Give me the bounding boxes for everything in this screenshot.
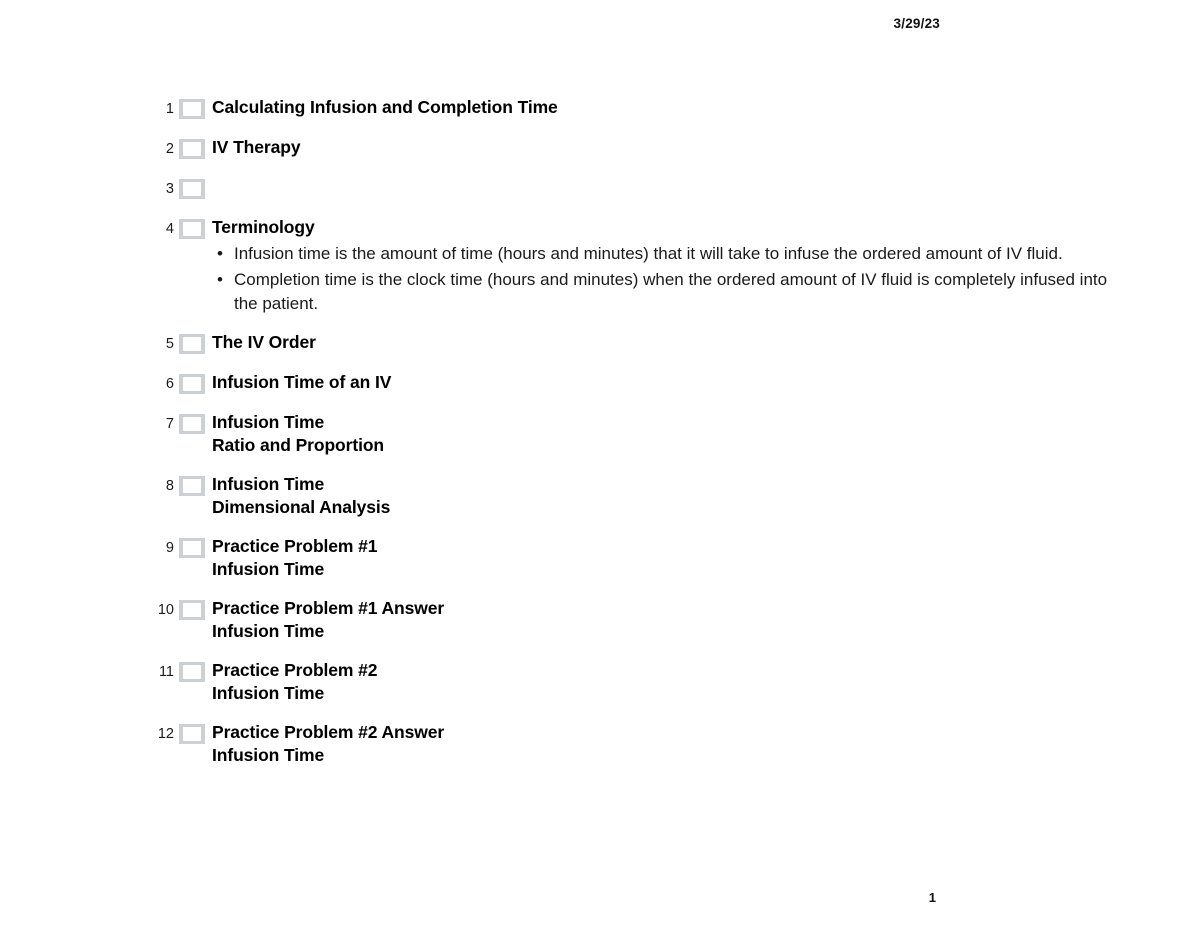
slide-title[interactable]: Infusion Time Dimensional Analysis	[212, 473, 1110, 520]
slide-title[interactable]: Practice Problem #2 Infusion Time	[212, 659, 1110, 706]
slide-number: 10	[157, 601, 174, 618]
slide-outline-row[interactable]: 9 Practice Problem #1 Infusion Time	[150, 535, 1110, 582]
bullet-text: Completion time is the clock time (hours…	[234, 269, 1108, 313]
slide-outline-row[interactable]: 4 Terminology • Infusion time is the amount…	[150, 216, 1110, 316]
slide-number: 2	[165, 141, 174, 157]
slide-outline-row[interactable]: 10 Practice Problem #1 Answer Infusion Ti…	[150, 597, 1110, 644]
slide-title[interactable]: Practice Problem #1 Infusion Time	[212, 535, 1110, 582]
slide-thumbnail-icon[interactable]	[179, 333, 205, 354]
slide-number: 9	[165, 539, 174, 556]
slide-bullet-item[interactable]: • Infusion time is the amount of time (ho…	[212, 242, 1110, 266]
slide-number: 3	[165, 181, 174, 197]
slide-thumbnail-icon[interactable]	[179, 723, 205, 744]
slide-outline-row[interactable]: 2 IV Therapy	[150, 136, 1110, 161]
slide-content: IV Therapy	[212, 136, 1110, 160]
slide-thumbnail-inner	[183, 664, 201, 679]
slide-content: The IV Order	[212, 331, 1110, 355]
slide-number: 12	[157, 725, 174, 742]
bullet-dot-icon: •	[217, 243, 223, 263]
slide-thumbnail-inner	[183, 726, 201, 741]
bullet-text: Infusion time is the amount of time (hou…	[234, 243, 1063, 263]
slide-thumbnail-icon[interactable]	[179, 413, 205, 434]
slide-content: Practice Problem #1 Answer Infusion Time	[212, 597, 1110, 644]
slide-number: 8	[165, 477, 174, 494]
slide-number: 11	[158, 663, 174, 680]
slide-thumbnail-icon[interactable]	[179, 99, 205, 119]
slide-thumbnail-icon[interactable]	[179, 599, 205, 620]
slide-title[interactable]: Infusion Time Ratio and Proportion	[212, 411, 1110, 458]
slide-number: 5	[165, 335, 174, 352]
slide-thumbnail-inner	[183, 102, 201, 116]
slide-thumbnail-inner	[183, 142, 201, 156]
slide-thumbnail-inner	[183, 540, 201, 555]
slide-thumbnail-icon[interactable]	[179, 475, 205, 496]
slide-content: Practice Problem #2 Answer Infusion Time	[212, 721, 1110, 768]
header-date: 3/29/23	[893, 16, 940, 31]
slide-thumbnail-icon[interactable]	[179, 661, 205, 682]
slide-outline-row[interactable]: 11 Practice Problem #2 Infusion Time	[150, 659, 1110, 706]
slide-thumbnail-inner	[183, 222, 201, 236]
slide-outline-row[interactable]: 6 Infusion Time of an IV	[150, 371, 1110, 396]
slide-thumbnail-icon[interactable]	[179, 373, 205, 394]
slide-number: 6	[165, 375, 174, 392]
slide-content: Infusion Time Dimensional Analysis	[212, 473, 1110, 520]
slide-content: Infusion Time of an IV	[212, 371, 1110, 395]
slide-title[interactable]: IV Therapy	[212, 136, 1110, 160]
slide-thumbnail-icon[interactable]	[179, 219, 205, 239]
slide-content: Practice Problem #2 Infusion Time	[212, 659, 1110, 706]
slide-outline-row[interactable]: 5 The IV Order	[150, 331, 1110, 356]
slide-bullet-item[interactable]: • Completion time is the clock time (hour…	[212, 268, 1110, 316]
slide-outline-row[interactable]: 12 Practice Problem #2 Answer Infusion Ti…	[150, 721, 1110, 768]
slide-content: Practice Problem #1 Infusion Time	[212, 535, 1110, 582]
slide-thumbnail-inner	[183, 336, 201, 351]
slide-content	[212, 176, 1110, 198]
slide-thumbnail-icon[interactable]	[179, 537, 205, 558]
slide-outline-row[interactable]: 8 Infusion Time Dimensional Analysis	[150, 473, 1110, 520]
slide-outline-row[interactable]: 3	[150, 176, 1110, 201]
slide-title[interactable]: Terminology	[212, 216, 1110, 240]
footer-page-number: 1	[928, 890, 936, 905]
slide-outline-row[interactable]: 7 Infusion Time Ratio and Proportion	[150, 411, 1110, 458]
slide-thumbnail-inner	[183, 478, 201, 493]
slide-content: Terminology • Infusion time is the amount …	[212, 216, 1110, 316]
slide-thumbnail-inner	[183, 416, 201, 431]
slide-title[interactable]: Infusion Time of an IV	[212, 371, 1110, 395]
outline-page: 3/29/23 1 Calculating Infusion and Comple…	[0, 0, 1200, 927]
slide-number: 1	[165, 101, 174, 117]
slide-thumbnail-inner	[183, 182, 201, 196]
slide-number: 7	[165, 415, 174, 432]
slide-outline-row[interactable]: 1 Calculating Infusion and Completion Tim…	[150, 96, 1110, 121]
slide-bullet-list: • Infusion time is the amount of time (ho…	[212, 242, 1110, 316]
slide-title[interactable]: The IV Order	[212, 331, 1110, 355]
slide-outline-list: 1 Calculating Infusion and Completion Tim…	[150, 96, 1110, 783]
bullet-dot-icon: •	[217, 269, 223, 289]
slide-thumbnail-icon[interactable]	[179, 179, 205, 199]
slide-thumbnail-inner	[183, 376, 201, 391]
slide-content: Calculating Infusion and Completion Time	[212, 96, 1110, 120]
slide-thumbnail-inner	[183, 602, 201, 617]
slide-title[interactable]: Practice Problem #1 Answer Infusion Time	[212, 597, 1110, 644]
slide-thumbnail-icon[interactable]	[179, 139, 205, 159]
slide-content: Infusion Time Ratio and Proportion	[212, 411, 1110, 458]
slide-title[interactable]: Calculating Infusion and Completion Time	[212, 96, 1110, 120]
slide-title[interactable]	[212, 176, 1110, 196]
slide-number: 4	[165, 221, 174, 237]
slide-title[interactable]: Practice Problem #2 Answer Infusion Time	[212, 721, 1110, 768]
